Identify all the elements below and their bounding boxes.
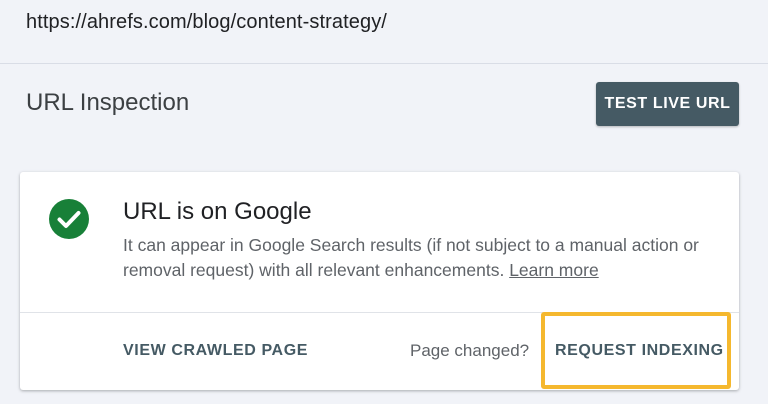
request-indexing-button[interactable]: REQUEST INDEXING xyxy=(555,342,724,360)
page-changed-label: Page changed? xyxy=(410,341,530,360)
url-status-card: URL is on Google It can appear in Google… xyxy=(20,172,739,390)
page-title: URL Inspection xyxy=(26,89,190,116)
status-description-text: It can appear in Google Search results (… xyxy=(123,235,699,280)
check-circle-icon xyxy=(49,199,89,239)
card-divider xyxy=(20,312,739,313)
url-bar: https://ahrefs.com/blog/content-strategy… xyxy=(0,0,768,64)
view-crawled-page-button[interactable]: VIEW CRAWLED PAGE xyxy=(123,342,308,360)
status-description: It can appear in Google Search results (… xyxy=(123,233,723,283)
learn-more-link[interactable]: Learn more xyxy=(509,260,599,280)
status-title: URL is on Google xyxy=(123,198,312,225)
test-live-url-button[interactable]: TEST LIVE URL xyxy=(596,82,739,126)
page-url: https://ahrefs.com/blog/content-strategy… xyxy=(26,11,387,33)
